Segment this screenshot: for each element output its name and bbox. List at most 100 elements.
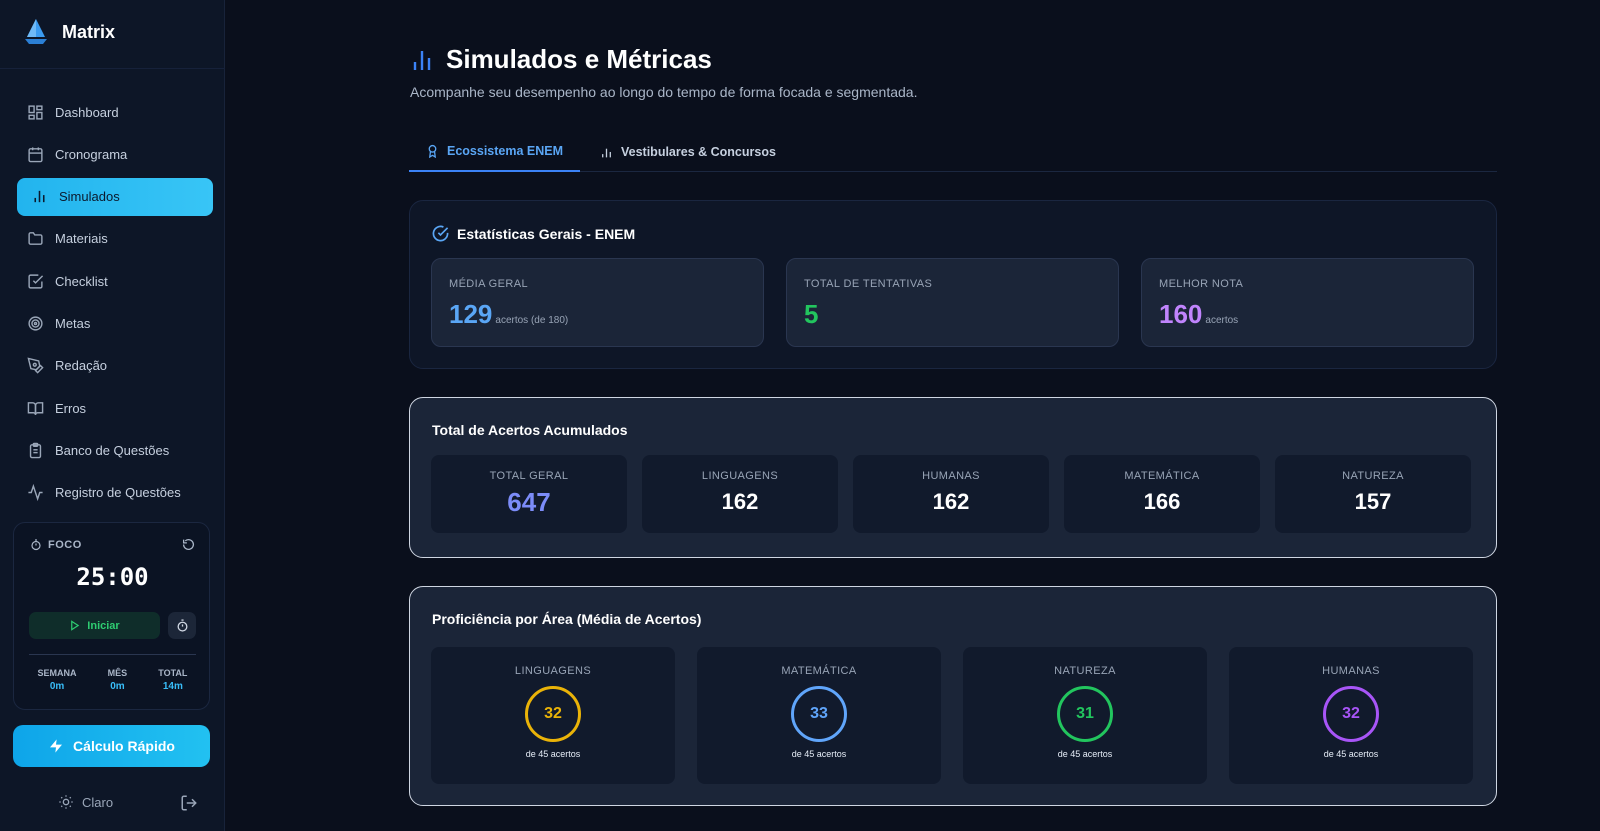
sidebar-item-label: Registro de Questões	[55, 485, 181, 501]
lightning-icon	[50, 739, 63, 753]
accumulated-card: Total de Acertos Acumulados TOTAL GERAL …	[409, 397, 1497, 558]
sidebar-nav: Dashboard Cronograma Simulados Materiais…	[17, 93, 213, 516]
page-title: Simulados e Métricas	[410, 44, 712, 75]
acc-value: 157	[1354, 489, 1392, 514]
focus-divider	[29, 654, 196, 655]
pen-icon	[27, 357, 44, 374]
tab-ecossistema-enem[interactable]: Ecossistema ENEM	[409, 132, 580, 172]
sidebar-item-checklist[interactable]: Checklist	[17, 262, 213, 300]
sidebar-item-banco-de-questoes[interactable]: Banco de Questões	[17, 431, 213, 469]
focus-stat-label: MÊS	[107, 668, 128, 678]
stopwatch-button[interactable]	[168, 612, 196, 639]
accumulated-title: Total de Acertos Acumulados	[432, 422, 628, 438]
acc-label: TOTAL GERAL	[489, 470, 569, 482]
prof-ring: 31	[1057, 686, 1113, 742]
start-label: Iniciar	[87, 619, 120, 632]
acc-value: 647	[507, 487, 551, 517]
logout-icon	[181, 795, 197, 811]
logout-button[interactable]	[180, 794, 198, 817]
general-stats-title: Estatísticas Gerais - ENEM	[432, 225, 635, 242]
activity-icon	[28, 484, 43, 502]
sidebar-item-label: Dashboard	[55, 104, 119, 120]
stat-melhor-nota: MELHOR NOTA 160 acertos	[1141, 258, 1474, 347]
focus-header: FOCO	[30, 539, 82, 551]
stat-label: TOTAL DE TENTATIVAS	[804, 278, 933, 290]
reset-timer-button[interactable]	[182, 538, 195, 556]
sidebar-item-label: Materiais	[55, 231, 108, 247]
brand-name: Matrix	[62, 21, 116, 42]
sidebar-item-erros[interactable]: Erros	[17, 389, 213, 427]
focus-stat-label: TOTAL	[158, 668, 188, 678]
acc-total-geral: TOTAL GERAL 647	[431, 455, 627, 533]
acc-label: LINGUAGENS	[701, 470, 779, 482]
timer-icon	[31, 539, 41, 551]
stat-value-row: 129 acertos (de 180)	[449, 299, 568, 330]
sidebar-item-dashboard[interactable]: Dashboard	[17, 93, 213, 131]
brand[interactable]: Matrix	[24, 18, 115, 46]
focus-stat-total: TOTAL 14m	[158, 668, 187, 692]
sidebar-item-materiais[interactable]: Materiais	[17, 220, 213, 258]
check-circle-icon	[432, 225, 449, 242]
reset-icon	[182, 538, 194, 550]
general-stats-card: Estatísticas Gerais - ENEM MÉDIA GERAL 1…	[409, 200, 1497, 369]
prof-label: HUMANAS	[1322, 665, 1380, 677]
focus-stats: SEMANA 0m MÊS 0m TOTAL 14m	[22, 668, 203, 692]
focus-timer-card: FOCO 25:00 Iniciar SEMANA 0m MÊS 0m TOTA…	[13, 522, 210, 710]
clipboard-icon	[29, 442, 42, 459]
focus-stat-semana: SEMANA 0m	[38, 668, 77, 692]
sidebar-item-label: Redação	[55, 358, 108, 374]
quick-calc-button[interactable]: Cálculo Rápido	[13, 725, 210, 767]
prof-ring: 32	[1323, 686, 1379, 742]
target-icon	[28, 316, 43, 331]
focus-stat-label: SEMANA	[37, 668, 77, 678]
checkbox-icon	[28, 274, 44, 289]
stat-total-tentativas: TOTAL DE TENTATIVAS 5	[786, 258, 1119, 347]
stat-value-row: 5	[804, 299, 818, 330]
proficiency-title: Proficiência por Área (Média de Acertos)	[432, 611, 702, 627]
tab-label: Vestibulares & Concursos	[621, 145, 776, 159]
book-icon	[27, 401, 44, 415]
page-heading: Simulados e Métricas	[446, 44, 712, 74]
focus-stat-value: 0m	[110, 681, 125, 692]
prof-label: NATUREZA	[1054, 665, 1116, 677]
prof-sub: de 45 acertos	[525, 749, 581, 759]
sidebar-item-label: Metas	[55, 315, 91, 331]
calendar-icon	[28, 147, 43, 163]
start-timer-button[interactable]: Iniciar	[29, 612, 160, 639]
quick-calc-label: Cálculo Rápido	[73, 738, 175, 754]
tab-bar: Ecossistema ENEM Vestibulares & Concurso…	[409, 132, 1497, 172]
stat-value: 5	[804, 299, 819, 329]
stat-label: MÉDIA GERAL	[449, 278, 528, 290]
acc-humanas: HUMANAS 162	[853, 455, 1049, 533]
sidebar-item-label: Checklist	[55, 273, 108, 289]
prof-label: LINGUAGENS	[514, 665, 592, 677]
prof-natureza: NATUREZA 31 de 45 acertos	[963, 647, 1207, 784]
acc-value: 162	[721, 489, 759, 514]
acc-label: MATEMÁTICA	[1124, 470, 1200, 482]
tab-label: Ecossistema ENEM	[446, 144, 564, 158]
sidebar-item-registro-de-questoes[interactable]: Registro de Questões	[17, 474, 213, 512]
stat-unit: acertos (de 180)	[495, 315, 569, 326]
sidebar-item-simulados[interactable]: Simulados	[17, 177, 213, 216]
stat-label: MELHOR NOTA	[1159, 278, 1244, 290]
folder-icon	[28, 232, 43, 246]
prof-ring: 32	[525, 686, 581, 742]
tab-vestibulares-concursos[interactable]: Vestibulares & Concursos	[600, 132, 776, 172]
theme-label: Claro	[82, 794, 114, 810]
prof-label: MATEMÁTICA	[781, 665, 857, 677]
focus-label: FOCO	[48, 539, 82, 551]
dashboard-icon	[28, 104, 43, 120]
play-icon	[71, 620, 80, 631]
prof-ring: 33	[791, 686, 847, 742]
sidebar-divider	[0, 68, 225, 69]
sidebar-item-metas[interactable]: Metas	[17, 304, 213, 342]
bar-chart-icon	[602, 148, 611, 157]
sidebar-item-redacao[interactable]: Redação	[17, 347, 213, 385]
acc-natureza: NATUREZA 157	[1275, 455, 1471, 533]
theme-toggle-button[interactable]: Claro	[58, 794, 113, 810]
focus-timer: 25:00	[76, 563, 149, 591]
card-title-text: Estatísticas Gerais - ENEM	[457, 225, 636, 242]
sidebar-item-label: Banco de Questões	[55, 442, 170, 458]
acc-matematica: MATEMÁTICA 166	[1064, 455, 1260, 533]
sidebar-item-cronograma[interactable]: Cronograma	[17, 135, 213, 173]
